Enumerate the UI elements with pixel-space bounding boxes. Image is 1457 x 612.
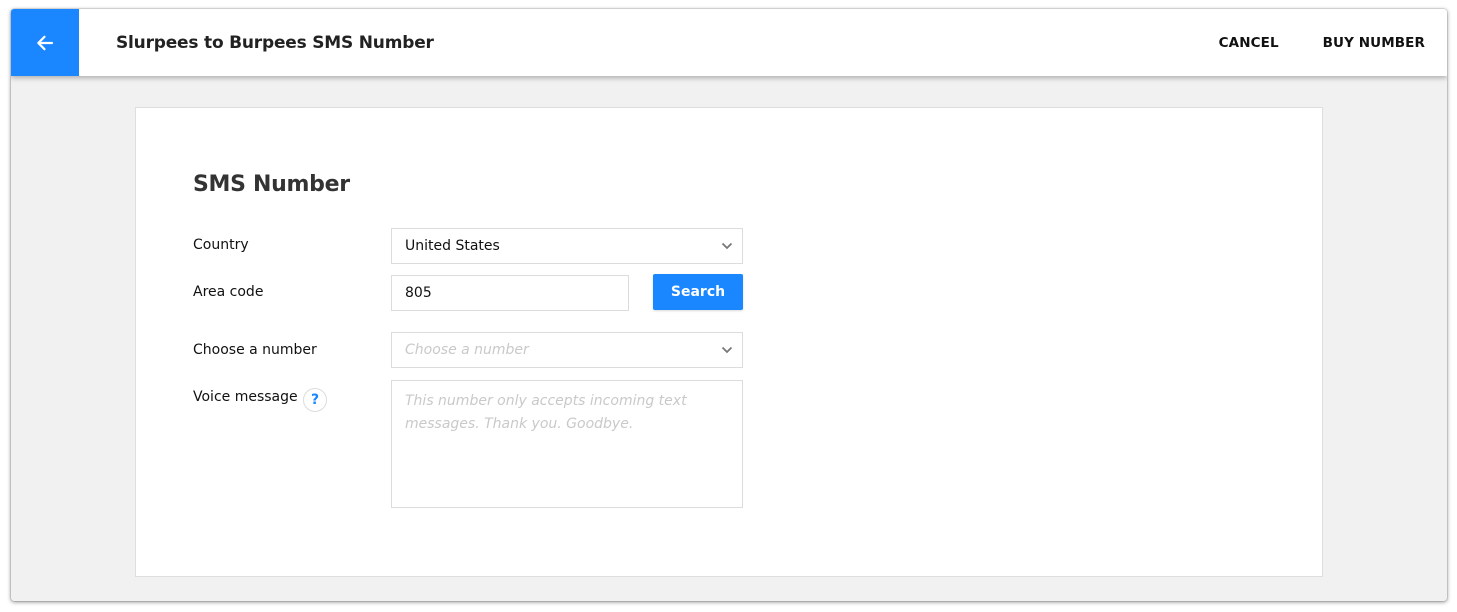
help-icon[interactable]: ? [303,388,327,412]
form-card: SMS Number Country United States Area co… [135,107,1323,577]
voice-message-textarea[interactable]: This number only accepts incoming text m… [391,380,743,508]
page-title: Slurpees to Burpees SMS Number [116,32,434,53]
header-bar: Slurpees to Burpees SMS Number CANCEL BU… [11,9,1447,76]
area-code-label: Area code [193,284,264,300]
country-label: Country [193,237,249,253]
arrow-left-icon [37,35,54,50]
back-button[interactable] [11,9,79,76]
country-select[interactable]: United States [391,228,743,264]
chevron-down-icon [721,242,733,250]
country-value: United States [405,238,500,254]
choose-number-select[interactable]: Choose a number [391,332,743,368]
choose-number-label: Choose a number [193,342,317,358]
area-code-value: 805 [405,285,432,301]
chevron-down-icon [721,346,733,354]
section-title: SMS Number [193,172,350,197]
voice-message-label: Voice message [193,389,298,405]
buy-number-button[interactable]: BUY NUMBER [1323,35,1425,51]
area-code-input[interactable]: 805 [391,275,629,311]
cancel-button[interactable]: CANCEL [1219,35,1279,51]
choose-number-placeholder: Choose a number [405,342,529,358]
search-button[interactable]: Search [653,274,743,310]
app-window: Slurpees to Burpees SMS Number CANCEL BU… [11,9,1447,601]
header-actions: CANCEL BUY NUMBER [1219,35,1425,51]
